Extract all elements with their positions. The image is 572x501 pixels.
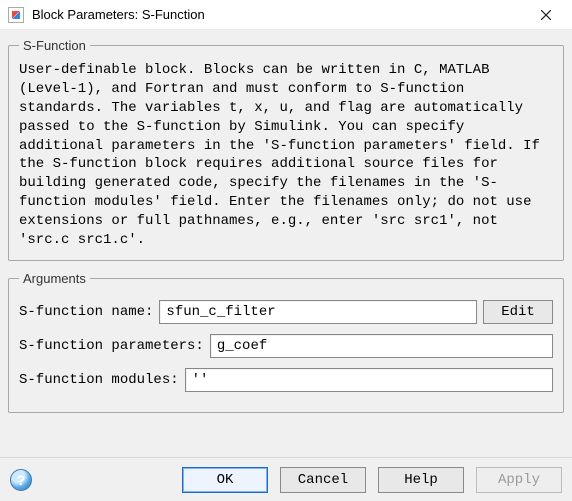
arguments-group: Arguments S-function name: Edit S-functi… xyxy=(8,271,564,413)
sfun-params-input[interactable] xyxy=(210,334,553,358)
simulink-icon xyxy=(8,7,24,23)
sfun-name-label: S-function name: xyxy=(19,304,153,320)
edit-button[interactable]: Edit xyxy=(483,300,553,324)
sfun-name-input[interactable] xyxy=(159,300,477,324)
sfun-modules-row: S-function modules: xyxy=(19,368,553,392)
close-button[interactable] xyxy=(524,1,568,29)
sfun-modules-label: S-function modules: xyxy=(19,372,179,388)
sfunction-legend: S-Function xyxy=(19,38,90,53)
sfunction-group: S-Function User-definable block. Blocks … xyxy=(8,38,564,261)
cancel-button[interactable]: Cancel xyxy=(280,467,366,493)
sfun-params-label: S-function parameters: xyxy=(19,338,204,354)
dialog-footer: ? OK Cancel Help Apply xyxy=(0,457,572,501)
sfunction-description: User-definable block. Blocks can be writ… xyxy=(19,61,553,250)
sfun-params-row: S-function parameters: xyxy=(19,334,553,358)
ok-button[interactable]: OK xyxy=(182,467,268,493)
titlebar: Block Parameters: S-Function xyxy=(0,0,572,30)
sfun-modules-input[interactable] xyxy=(185,368,553,392)
help-icon[interactable]: ? xyxy=(10,469,32,491)
close-icon xyxy=(541,10,551,20)
window-title: Block Parameters: S-Function xyxy=(32,7,524,22)
help-button[interactable]: Help xyxy=(378,467,464,493)
sfun-name-row: S-function name: Edit xyxy=(19,300,553,324)
arguments-legend: Arguments xyxy=(19,271,90,286)
apply-button: Apply xyxy=(476,467,562,493)
dialog-content: S-Function User-definable block. Blocks … xyxy=(0,30,572,457)
